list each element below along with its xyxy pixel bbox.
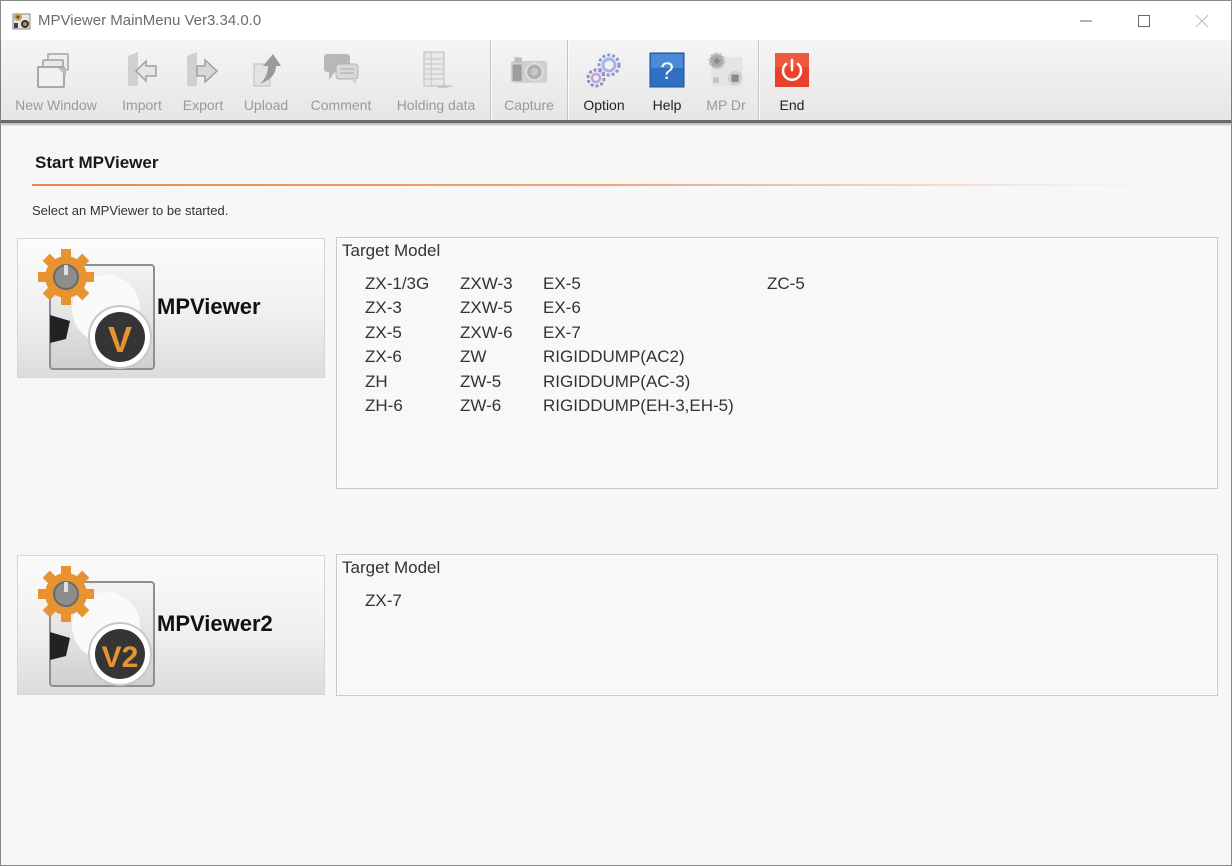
svg-text:?: ? xyxy=(660,58,673,85)
table-icon xyxy=(423,51,454,88)
power-icon xyxy=(775,53,809,87)
model-column: EX-5 EX-6 EX-7 RIGIDDUMP(AC2) RIGIDDUMP(AC-3… xyxy=(543,272,734,418)
mp-dr-button[interactable]: MP Dr xyxy=(695,40,757,120)
toolbar-separator xyxy=(567,40,568,120)
import-button[interactable]: Import xyxy=(111,40,173,120)
export-label: Export xyxy=(182,97,224,113)
comment-label: Comment xyxy=(310,97,372,113)
maximize-button[interactable] xyxy=(1115,1,1173,40)
minimize-icon xyxy=(1080,20,1092,21)
minimize-button[interactable] xyxy=(1057,1,1115,40)
import-label: Import xyxy=(122,97,162,113)
mpviewer2-logo-icon: V2 xyxy=(38,566,155,687)
toolbar-separator xyxy=(490,40,491,120)
content-area: Start MPViewer Select an MPViewer to be … xyxy=(1,126,1231,865)
model-column: ZC-5 xyxy=(767,272,805,296)
option-label: Option xyxy=(583,97,625,113)
mp-dr-label: MP Dr xyxy=(706,97,746,113)
model-item: EX-5 xyxy=(543,274,581,293)
model-item: ZX-1/3G xyxy=(365,274,430,293)
help-icon: ? xyxy=(649,52,685,88)
section-title: Start MPViewer xyxy=(35,153,159,172)
model-item: ZH xyxy=(365,371,388,391)
mpviewer-label: MPViewer xyxy=(157,294,261,319)
upload-icon xyxy=(253,54,281,87)
svg-text:V2: V2 xyxy=(102,641,139,674)
model-item: RIGIDDUMP(AC2) xyxy=(543,347,685,367)
comment-icon xyxy=(324,54,359,85)
model-item: ZW-5 xyxy=(460,371,502,391)
capture-label: Capture xyxy=(504,97,554,113)
end-button[interactable]: End xyxy=(760,40,824,120)
upload-button[interactable]: Upload xyxy=(233,40,299,120)
mpviewer-target-model-panel: Target Model ZX-1/3G ZX-3 ZX-5 ZX-6 ZH ZH-6 ZX… xyxy=(336,237,1218,489)
model-item: ZX-7 xyxy=(365,591,402,610)
mpviewer2-button[interactable]: V2 MPViewer2 xyxy=(17,555,325,695)
import-icon xyxy=(128,52,157,86)
model-item: RIGIDDUMP(EH-3,EH-5) xyxy=(543,395,734,415)
end-label: End xyxy=(779,97,805,113)
mpviewer2-target-model-panel: Target Model ZX-7 xyxy=(336,554,1218,696)
mpviewer2-label: MPViewer2 xyxy=(157,611,273,636)
target-model-title: Target Model xyxy=(342,241,441,260)
toolbar-separator xyxy=(758,40,759,120)
model-item: ZX-6 xyxy=(365,347,402,367)
model-item: EX-7 xyxy=(543,322,581,342)
svg-text:V: V xyxy=(108,319,132,360)
close-icon xyxy=(1195,14,1209,27)
main-window: MPViewer MainMenu Ver3.34.0.0 New Window… xyxy=(0,0,1232,866)
window-title: MPViewer MainMenu Ver3.34.0.0 xyxy=(38,12,262,29)
model-item: ZXW-6 xyxy=(460,322,513,342)
mpviewer-button[interactable]: V MPViewer xyxy=(17,238,325,378)
capture-button[interactable]: Capture xyxy=(492,40,566,120)
camera-icon xyxy=(510,57,548,83)
close-button[interactable] xyxy=(1173,1,1231,40)
model-item: ZXW-3 xyxy=(460,274,513,293)
model-item: ZW-6 xyxy=(460,395,502,415)
app-icon xyxy=(12,11,32,31)
new-window-icon xyxy=(37,53,69,88)
model-item: ZXW-5 xyxy=(460,298,513,318)
help-label: Help xyxy=(652,97,682,113)
model-column: ZX-1/3G ZX-3 ZX-5 ZX-6 ZH ZH-6 xyxy=(365,272,429,418)
instructions-text: Select an MPViewer to be started. xyxy=(32,203,229,218)
model-column: ZX-7 xyxy=(365,589,402,613)
holding-data-label: Holding data xyxy=(396,97,476,113)
model-item: EX-6 xyxy=(543,298,581,318)
option-button[interactable]: Option xyxy=(569,40,639,120)
model-item: ZX-3 xyxy=(365,298,402,318)
section-divider xyxy=(32,184,1182,186)
maximize-icon xyxy=(1138,14,1150,27)
model-item: ZX-5 xyxy=(365,322,402,342)
model-item: ZW xyxy=(460,347,487,367)
upload-label: Upload xyxy=(243,97,289,113)
export-button[interactable]: Export xyxy=(173,40,233,120)
gears-icon xyxy=(586,53,621,88)
help-button[interactable]: ? Help xyxy=(639,40,695,120)
comment-button[interactable]: Comment xyxy=(299,40,383,120)
mp-dr-icon xyxy=(708,52,743,87)
export-icon xyxy=(187,52,219,86)
mpviewer-logo-icon: V xyxy=(38,249,155,370)
model-column: ZXW-3 ZXW-5 ZXW-6 ZW ZW-5 ZW-6 xyxy=(460,272,513,418)
new-window-button[interactable]: New Window xyxy=(1,40,111,120)
target-model-title: Target Model xyxy=(342,558,441,577)
title-bar: MPViewer MainMenu Ver3.34.0.0 xyxy=(1,1,1231,40)
toolbar: New Window Import Export Upload Comment … xyxy=(1,40,1231,123)
new-window-label: New Window xyxy=(15,97,97,113)
model-item: ZH-6 xyxy=(365,395,403,415)
model-item: RIGIDDUMP(AC-3) xyxy=(543,371,691,391)
model-item: ZC-5 xyxy=(767,274,805,293)
holding-data-button[interactable]: Holding data xyxy=(383,40,489,120)
